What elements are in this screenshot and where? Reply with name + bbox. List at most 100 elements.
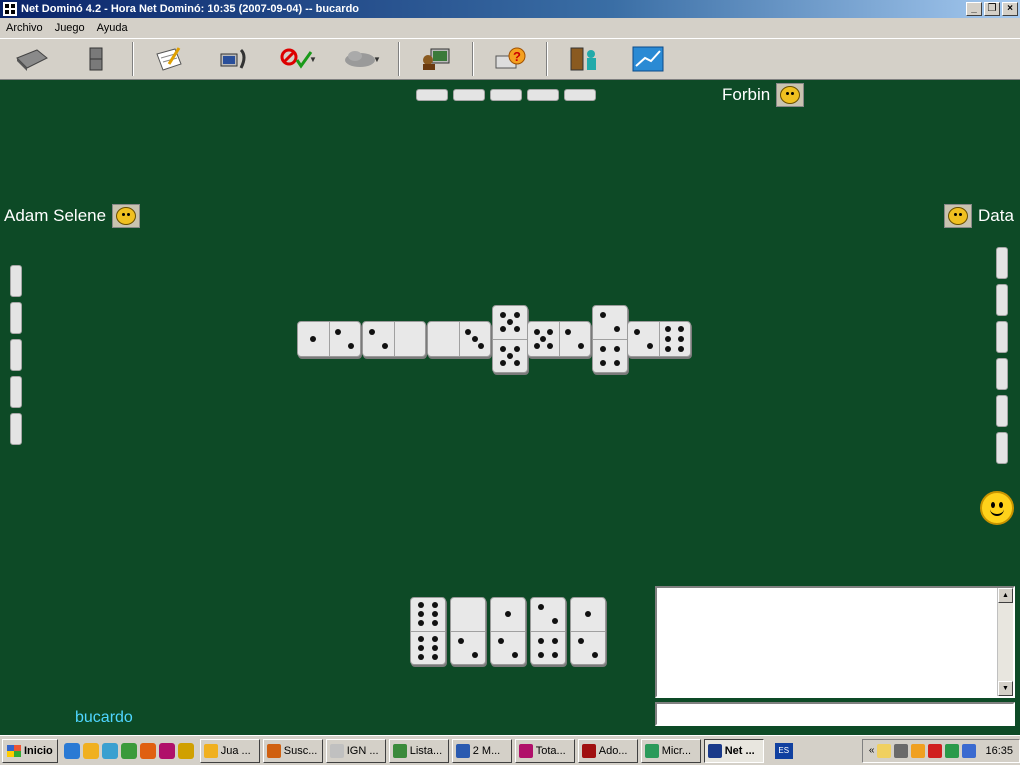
domino-half <box>658 322 691 356</box>
pip <box>417 611 424 618</box>
pip <box>514 312 521 319</box>
tray-expand-icon[interactable]: « <box>869 745 875 756</box>
save-icon[interactable] <box>158 742 175 759</box>
domino-half <box>411 598 445 631</box>
avatar[interactable] <box>776 83 805 107</box>
toolbar-button-exit[interactable] <box>552 40 616 78</box>
pip <box>514 326 521 333</box>
media-icon[interactable] <box>120 742 137 759</box>
quick-launch <box>63 742 194 759</box>
taskbar-task[interactable]: Tota... <box>514 738 575 763</box>
chat-log[interactable]: ▲ ▼ <box>655 586 1015 698</box>
pip <box>368 328 375 335</box>
avatar[interactable] <box>944 204 972 228</box>
hand-tile[interactable] <box>530 597 566 665</box>
taskbar-task[interactable]: Ado... <box>577 738 638 763</box>
taskbar-task[interactable]: Susc... <box>262 738 323 763</box>
hand-tile[interactable] <box>450 597 486 665</box>
scroll-up-icon[interactable]: ▲ <box>998 588 1013 603</box>
domino-half <box>493 338 527 373</box>
pip <box>599 312 606 319</box>
toolbar-button-disconnect[interactable]: ▼ <box>266 40 330 78</box>
domino-stack-icon <box>89 47 103 71</box>
face-down-tile <box>10 339 22 371</box>
toolbar-separator <box>132 42 134 76</box>
toolbar-button-connect[interactable] <box>202 40 266 78</box>
smiley-emote-icon[interactable] <box>980 491 1014 525</box>
network-icon[interactable] <box>894 743 909 758</box>
chat-scrollbar[interactable]: ▲ ▼ <box>997 588 1013 696</box>
pip <box>665 336 672 342</box>
toolbar-button-user[interactable] <box>404 40 468 78</box>
pip <box>432 611 439 618</box>
chevron-down-icon[interactable]: ▼ <box>309 55 317 64</box>
toolbar-button-group[interactable]: ▼ <box>330 40 394 78</box>
close-button[interactable]: × <box>1002 2 1018 16</box>
pip <box>512 651 519 658</box>
pip <box>432 635 439 642</box>
menu-juego[interactable]: Juego <box>49 22 91 34</box>
face-down-tile <box>10 302 22 334</box>
domino-half <box>491 598 525 631</box>
task-label: Susc... <box>283 744 318 757</box>
avatar[interactable] <box>112 204 141 228</box>
task-label: 2 M... <box>472 744 501 757</box>
taskbar-task[interactable]: Lista... <box>388 738 449 763</box>
taskbar-task[interactable]: Net ... <box>703 738 764 763</box>
taskbar-task[interactable]: 2 M... <box>451 738 512 763</box>
domino-flat-icon <box>16 49 48 71</box>
clock: 16:35 <box>985 744 1013 757</box>
title-bar[interactable]: Net Dominó 4.2 - Hora Net Dominó: 10:35 … <box>0 0 1020 18</box>
toolbar-button-stats[interactable] <box>616 40 680 78</box>
scroll-down-icon[interactable]: ▼ <box>998 681 1013 696</box>
face-down-tile <box>996 321 1008 353</box>
chat-input[interactable] <box>655 702 1015 726</box>
start-button[interactable]: Inicio <box>2 738 58 763</box>
pip <box>665 326 672 333</box>
tools-icon[interactable] <box>177 742 194 759</box>
svg-text:?: ? <box>513 49 521 64</box>
pip <box>417 602 424 609</box>
taskbar-task[interactable]: IGN ... <box>325 738 386 763</box>
pip <box>552 651 559 658</box>
task-app-icon <box>203 743 218 758</box>
pip <box>599 345 606 352</box>
face-down-tile <box>527 89 559 101</box>
messenger-icon[interactable] <box>911 743 926 758</box>
domino-half <box>491 630 525 665</box>
hand-tile[interactable] <box>570 597 606 665</box>
pip <box>507 352 513 359</box>
pip <box>507 319 513 326</box>
face-down-tile <box>10 376 22 408</box>
update-icon[interactable] <box>945 743 960 758</box>
face-icon <box>780 86 801 104</box>
mail-icon[interactable] <box>877 743 892 758</box>
taskbar-task[interactable]: Micr... <box>640 738 701 763</box>
chevron-down-icon[interactable]: ▼ <box>373 55 381 64</box>
minimize-button[interactable]: _ <box>966 2 982 16</box>
task-app-icon <box>329 743 344 758</box>
toolbar-button-notes[interactable] <box>138 40 202 78</box>
volume-icon[interactable] <box>962 743 977 758</box>
firefox-icon[interactable] <box>139 742 156 759</box>
domino-half <box>451 598 485 631</box>
toolbar-button-stack[interactable] <box>64 40 128 78</box>
menu-archivo[interactable]: Archivo <box>0 22 49 34</box>
pip <box>537 651 544 658</box>
face-down-tile <box>10 413 22 445</box>
domino-half <box>628 322 659 356</box>
pip <box>537 637 544 644</box>
toolbar-button-help[interactable]: ? <box>478 40 542 78</box>
language-indicator[interactable]: ES <box>774 742 793 759</box>
ie-icon[interactable] <box>63 742 80 759</box>
start-label: Inicio <box>24 744 53 757</box>
desktop-icon[interactable] <box>101 742 118 759</box>
hand-tile[interactable] <box>410 597 446 665</box>
menu-ayuda[interactable]: Ayuda <box>91 22 134 34</box>
maximize-button[interactable]: ❐ <box>984 2 1000 16</box>
hand-tile[interactable] <box>490 597 526 665</box>
taskbar-task[interactable]: Jua ... <box>199 738 260 763</box>
outlook-icon[interactable] <box>82 742 99 759</box>
security-icon[interactable] <box>928 743 943 758</box>
toolbar-button-domino[interactable] <box>0 40 64 78</box>
